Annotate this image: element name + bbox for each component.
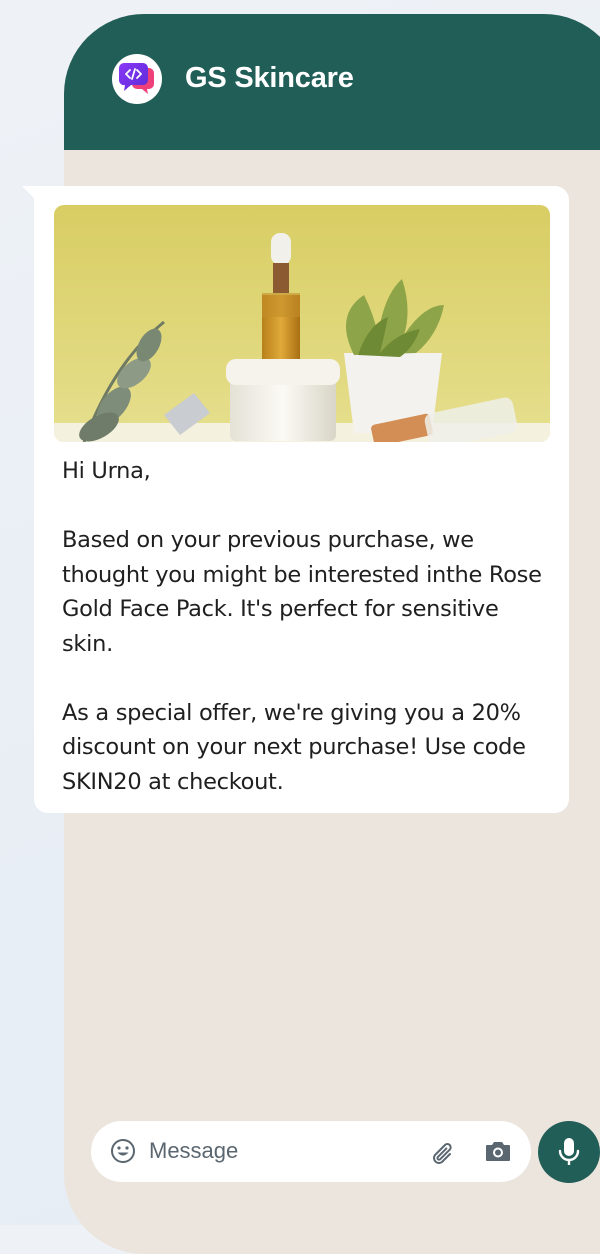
chat-title[interactable]: GS Skincare — [185, 62, 354, 95]
emoji-icon[interactable] — [109, 1137, 137, 1165]
message-composer[interactable]: Message — [91, 1121, 531, 1182]
avatar[interactable] — [112, 54, 162, 104]
chat-header: GS Skincare — [64, 14, 600, 150]
mic-icon — [558, 1138, 580, 1165]
camera-icon[interactable] — [484, 1138, 512, 1164]
message-input[interactable]: Message — [149, 1138, 238, 1164]
message-bubble: Hi Urna, Based on your previous purchase… — [34, 186, 569, 813]
mic-button[interactable] — [538, 1121, 600, 1183]
chat-code-icon — [119, 63, 154, 94]
message-text: Hi Urna, Based on your previous purchase… — [62, 458, 542, 795]
attachment-icon[interactable] — [428, 1137, 458, 1167]
skincare-products-photo[interactable] — [54, 205, 550, 442]
